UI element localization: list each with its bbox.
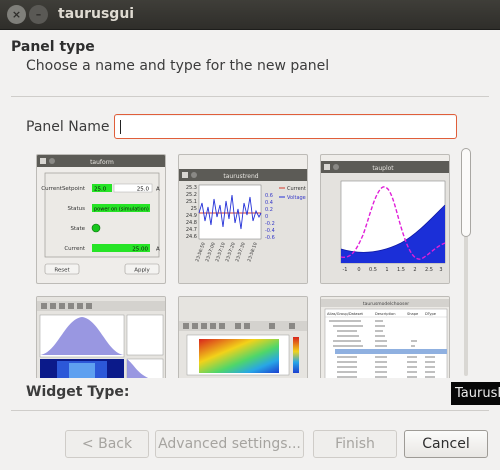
widget-type-label: Widget Type:	[26, 384, 130, 400]
cancel-button[interactable]: Cancel	[404, 430, 488, 458]
header-divider	[11, 96, 489, 97]
taurusform-preview: tauform CurrentSetpoint 25.0 25.0 A Stat…	[37, 155, 165, 275]
finish-button[interactable]: Finish	[313, 430, 397, 458]
y2-tick-label: -0.6	[265, 235, 275, 241]
image-plot-preview	[37, 297, 165, 378]
form-row-readback: 25.0	[137, 187, 150, 193]
image-heatmap	[199, 339, 279, 373]
y-tick-label: 25.3	[186, 185, 197, 191]
column-header: Shape	[407, 312, 419, 316]
form-row-value: 25.0	[94, 187, 107, 193]
thumbnail-taurusform[interactable]: tauform CurrentSetpoint 25.0 25.0 A Stat…	[36, 154, 166, 284]
widget-type-gallery: tauform CurrentSetpoint 25.0 25.0 A Stat…	[36, 154, 451, 378]
y2-tick-label: -0.2	[265, 221, 275, 227]
thumbnail-image-plot[interactable]	[36, 296, 166, 378]
y2-tick-label: 0.2	[265, 207, 273, 213]
form-row-value: 25.00	[132, 247, 148, 253]
taurustrend-preview: taurustrend 25.3 25.2 25.1 25 24.9 24.8 …	[179, 169, 307, 283]
advanced-settings-button[interactable]: Advanced settings...	[155, 430, 304, 458]
y2-tick-label: 0	[265, 214, 268, 220]
y-tick-label: 24.7	[186, 227, 197, 233]
page-subtitle: Choose a name and type for the new panel	[26, 58, 330, 74]
y-tick-label: 24.6	[186, 234, 197, 240]
panel-name-input[interactable]	[114, 114, 457, 139]
form-row-label: CurrentSetpoint	[41, 186, 86, 192]
y-tick-label: 24.9	[186, 213, 197, 219]
x-tick-label: 3	[439, 267, 442, 273]
panel-name-label: Panel Name	[26, 119, 110, 135]
back-button[interactable]: < Back	[65, 430, 149, 458]
thumbnail-taurustrend[interactable]: taurustrend 25.3 25.2 25.1 25 24.9 24.8 …	[178, 154, 308, 284]
legend-voltage: Voltage	[287, 195, 306, 201]
text-caret	[120, 120, 121, 134]
column-header: DType	[425, 312, 437, 316]
thumbnail-taurusplot[interactable]: tauplot -1 0 0.5 1 1.5 2 2.5 3	[320, 154, 450, 284]
form-row-unit: A	[156, 187, 160, 193]
scrollbar-handle[interactable]	[461, 148, 471, 237]
thumbnail-taurusimage[interactable]	[178, 296, 308, 378]
gallery-scrollbar[interactable]	[460, 148, 472, 376]
close-window-button[interactable]: ×	[7, 5, 26, 24]
selected-row	[335, 349, 447, 354]
form-row-label: Current	[64, 246, 86, 252]
modelchooser-title: taurusmodelchooser	[363, 301, 409, 307]
y2-tick-label: 0.6	[265, 193, 273, 199]
form-row-label: Status	[67, 206, 85, 212]
taurusimage-preview	[179, 297, 307, 378]
taurusmodelchooser-preview: taurusmodelchooser Alias/Group/Dataset D…	[321, 297, 449, 378]
wizard-page: Panel type Choose a name and type for th…	[0, 30, 500, 470]
y-tick-label: 25.1	[186, 199, 197, 205]
colorbar	[293, 337, 299, 373]
column-header: Description	[375, 312, 395, 316]
y-tick-label: 25	[191, 206, 197, 212]
form-row-value: power on (simulation)	[94, 207, 149, 213]
y-tick-label: 25.2	[186, 192, 197, 198]
x-tick-label: 2	[413, 267, 416, 273]
form-row-label: State	[70, 226, 85, 232]
taurustrend-title: taurustrend	[223, 173, 258, 180]
page-title: Panel type	[11, 39, 95, 55]
x-tick-label: 1	[385, 267, 388, 273]
x-tick-label: -1	[343, 267, 348, 273]
column-header: Alias/Group/Dataset	[327, 312, 364, 316]
widget-tooltip: TaurusForm	[451, 382, 500, 405]
taurusplot-preview: tauplot -1 0 0.5 1 1.5 2 2.5 3	[321, 161, 449, 283]
y2-tick-label: 0.4	[265, 200, 273, 206]
taurusform-title: tauform	[90, 159, 114, 166]
wizard-header: Panel type Choose a name and type for th…	[0, 30, 500, 96]
apply-button: Apply	[134, 268, 150, 274]
legend-current: Current	[287, 186, 306, 192]
x-tick-label: 1.5	[397, 267, 405, 273]
reset-button: Reset	[54, 268, 70, 274]
state-led-icon	[91, 223, 101, 233]
window-title: taurusgui	[58, 6, 135, 22]
footer-divider	[11, 410, 489, 411]
form-row-unit: A	[156, 247, 160, 253]
taurusplot-title: tauplot	[372, 165, 394, 172]
y2-tick-label: -0.4	[265, 228, 275, 234]
x-tick-label: 0.5	[369, 267, 377, 273]
y-tick-label: 24.8	[186, 220, 197, 226]
thumbnail-taurusmodelchooser[interactable]: taurusmodelchooser Alias/Group/Dataset D…	[320, 296, 450, 378]
minimize-window-button[interactable]: –	[29, 5, 48, 24]
x-tick-label: 2.5	[425, 267, 433, 273]
x-tick-label: 0	[357, 267, 360, 273]
window-titlebar: × – taurusgui	[0, 0, 500, 30]
